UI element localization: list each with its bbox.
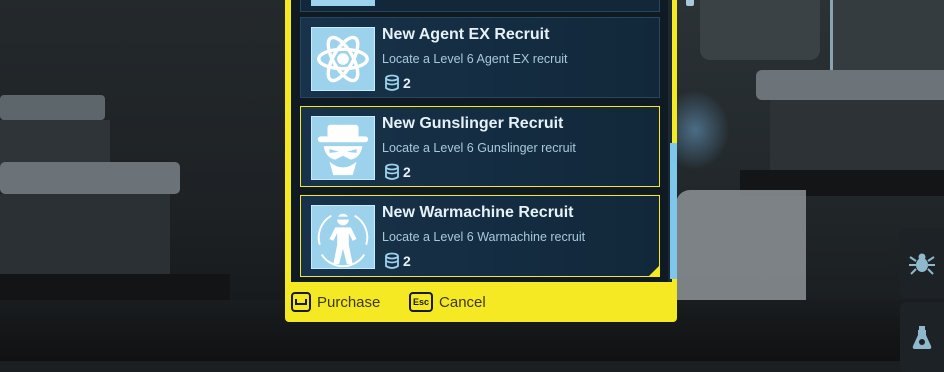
supplies-icon xyxy=(385,163,399,180)
item-description: Locate a Level 6 Warmachine recruit xyxy=(382,230,586,244)
atom-icon xyxy=(311,27,375,91)
purchase-label: Purchase xyxy=(317,293,381,311)
cancel-label: Cancel xyxy=(439,293,486,311)
background-locker xyxy=(830,0,944,80)
purchase-button[interactable]: Purchase xyxy=(291,292,380,312)
bed-left2-body xyxy=(0,194,170,274)
item-title: New Agent EX Recruit xyxy=(382,26,550,43)
cost-icon-partial xyxy=(686,0,694,6)
bed-left2-top xyxy=(0,162,180,194)
bed-left-top xyxy=(0,95,105,120)
bed-right-body xyxy=(770,100,944,170)
item-icon-partial xyxy=(311,0,375,6)
selection-corner-marker xyxy=(649,266,659,276)
warmachine-figure-icon xyxy=(311,205,375,269)
bed-right-top xyxy=(756,70,944,100)
item-cost: 2 xyxy=(384,74,411,92)
spacebar-key-icon xyxy=(291,292,311,312)
item-title: New Warmachine Recruit xyxy=(382,204,574,221)
item-cost-value: 2 xyxy=(403,164,411,180)
item-cost: 2 xyxy=(384,163,411,181)
item-cost-value: 2 xyxy=(403,253,411,269)
side-tab-bug[interactable] xyxy=(900,228,944,298)
background-panel xyxy=(700,0,820,60)
item-cost-value: 2 xyxy=(403,75,411,91)
store-footer: Purchase Esc Cancel xyxy=(285,284,677,320)
esc-key-icon: Esc xyxy=(409,292,434,312)
side-tab-flask[interactable] xyxy=(900,302,944,372)
store-item-partial[interactable] xyxy=(300,0,694,12)
gunslinger-hat-icon xyxy=(311,116,375,180)
cancel-button[interactable]: Esc Cancel xyxy=(409,292,486,312)
item-description: Locate a Level 6 Gunslinger recruit xyxy=(382,141,576,155)
scrollbar-thumb[interactable] xyxy=(670,143,677,279)
supplies-icon xyxy=(385,252,399,269)
store-item-warmachine[interactable]: New Warmachine Recruit Locate a Level 6 … xyxy=(300,195,660,277)
store-item-gunslinger[interactable]: New Gunslinger Recruit Locate a Level 6 … xyxy=(300,106,660,187)
supplies-icon xyxy=(385,74,399,91)
item-cost: 2 xyxy=(384,252,411,270)
flask-icon xyxy=(912,326,932,349)
bug-icon xyxy=(909,253,935,275)
store-item-agent-ex[interactable]: New Agent EX Recruit Locate a Level 6 Ag… xyxy=(300,17,660,98)
item-description: Locate a Level 6 Agent EX recruit xyxy=(382,52,568,66)
item-title: New Gunslinger Recruit xyxy=(382,115,564,132)
